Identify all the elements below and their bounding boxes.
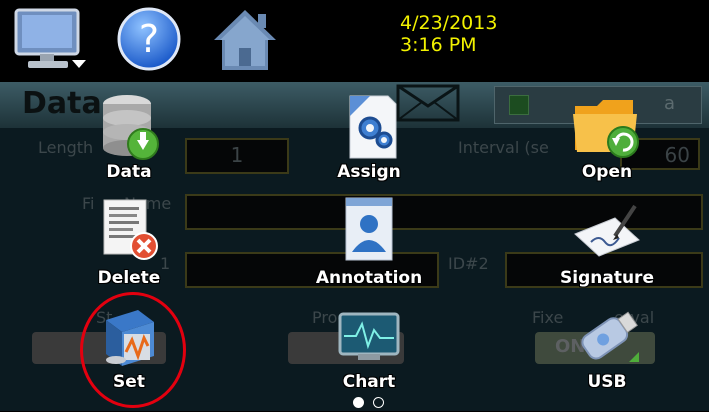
date-text: 4/23/2013: [400, 12, 498, 34]
annotation-label: Annotation: [315, 268, 423, 288]
home-icon[interactable]: [210, 6, 280, 78]
time-text: 3:16 PM: [400, 34, 477, 56]
launcher-data[interactable]: Data: [54, 92, 204, 184]
usb-label: USB: [587, 372, 627, 392]
assign-label: Assign: [337, 162, 401, 182]
open-folder-icon: [573, 100, 639, 158]
help-icon[interactable]: ?: [116, 6, 182, 76]
launcher-usb[interactable]: USB: [532, 300, 682, 392]
launcher-delete[interactable]: Delete: [54, 194, 204, 288]
page-dot-1[interactable]: [353, 397, 364, 408]
delete-label: Delete: [97, 268, 161, 288]
delete-document-icon: [103, 199, 158, 260]
highlight-ring: [80, 292, 186, 408]
datetime-display: 4/23/2013 3:16 PM: [400, 12, 497, 56]
signature-label: Signature: [560, 268, 654, 288]
signature-pen-icon: [574, 204, 640, 257]
chart-monitor-icon: [338, 312, 400, 360]
open-label: Open: [581, 162, 633, 182]
launcher-annotation[interactable]: Annotation: [294, 194, 444, 288]
data-label: Data: [106, 162, 152, 182]
usb-drive-icon: [581, 311, 639, 362]
id2-label: ID#2: [448, 254, 489, 273]
svg-text:?: ?: [139, 17, 159, 61]
launcher-open[interactable]: Open: [532, 92, 682, 184]
page-dot-2[interactable]: [373, 397, 385, 408]
launcher-signature[interactable]: Signature: [532, 194, 682, 288]
launcher-assign[interactable]: Assign: [294, 92, 444, 184]
monitor-icon[interactable]: [14, 8, 90, 78]
page-indicator[interactable]: [351, 393, 386, 412]
top-bar: ? 4/23/2013 3:16 PM: [0, 0, 709, 80]
chart-label: Chart: [342, 372, 396, 392]
database-icon: [103, 95, 159, 160]
annotation-person-icon: [345, 197, 393, 261]
combo-color-square: [509, 95, 529, 115]
launcher-chart[interactable]: Chart: [294, 300, 444, 392]
assign-gear-icon: [349, 95, 397, 159]
